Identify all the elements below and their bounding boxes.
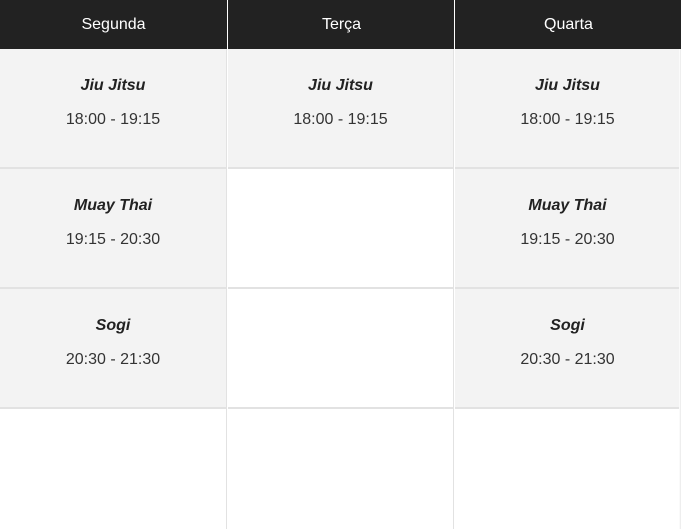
class-name: Muay Thai <box>73 197 153 214</box>
class-name: Jiu Jitsu <box>80 77 146 94</box>
class-time: 20:30 - 21:30 <box>65 351 161 368</box>
schedule-cell: Jiu Jitsu 18:00 - 19:15 <box>455 49 681 169</box>
schedule-cell: Jiu Jitsu 18:00 - 19:15 <box>0 49 227 169</box>
schedule-cell: Muay Thai 19:15 - 20:30 <box>0 169 227 289</box>
schedule-cell-empty <box>228 409 454 529</box>
schedule-cell: Sogi 20:30 - 21:30 <box>455 289 681 409</box>
class-name: Jiu Jitsu <box>308 77 373 94</box>
class-time: 19:15 - 20:30 <box>65 231 161 248</box>
class-time: 18:00 - 19:15 <box>520 111 615 128</box>
class-name: Sogi <box>550 317 585 334</box>
day-header-label: Terça <box>321 15 362 33</box>
schedule-cell: Muay Thai 19:15 - 20:30 <box>455 169 681 289</box>
schedule-cell-empty <box>228 289 454 409</box>
class-time: 19:15 - 20:30 <box>520 231 615 248</box>
day-header-terca: Terça <box>228 0 454 49</box>
class-name: Jiu Jitsu <box>535 77 600 94</box>
class-name: Muay Thai <box>528 197 607 214</box>
day-header-segunda: Segunda <box>0 0 227 49</box>
class-time: 18:00 - 19:15 <box>293 111 388 128</box>
schedule-cell-empty <box>455 409 681 529</box>
class-time: 18:00 - 19:15 <box>65 111 161 128</box>
class-timetable: Segunda Terça Quarta Jiu Jitsu 18:00 - 1… <box>0 0 681 529</box>
schedule-cell: Jiu Jitsu 18:00 - 19:15 <box>228 49 454 169</box>
day-header-label: Quarta <box>544 15 593 33</box>
schedule-cell: Sogi 20:30 - 21:30 <box>0 289 227 409</box>
class-name: Sogi <box>95 317 131 334</box>
schedule-cell-empty <box>228 169 454 289</box>
class-time: 20:30 - 21:30 <box>520 351 615 368</box>
schedule-cell-empty <box>0 409 227 529</box>
day-header-label: Segunda <box>81 15 146 33</box>
day-header-quarta: Quarta <box>455 0 681 49</box>
